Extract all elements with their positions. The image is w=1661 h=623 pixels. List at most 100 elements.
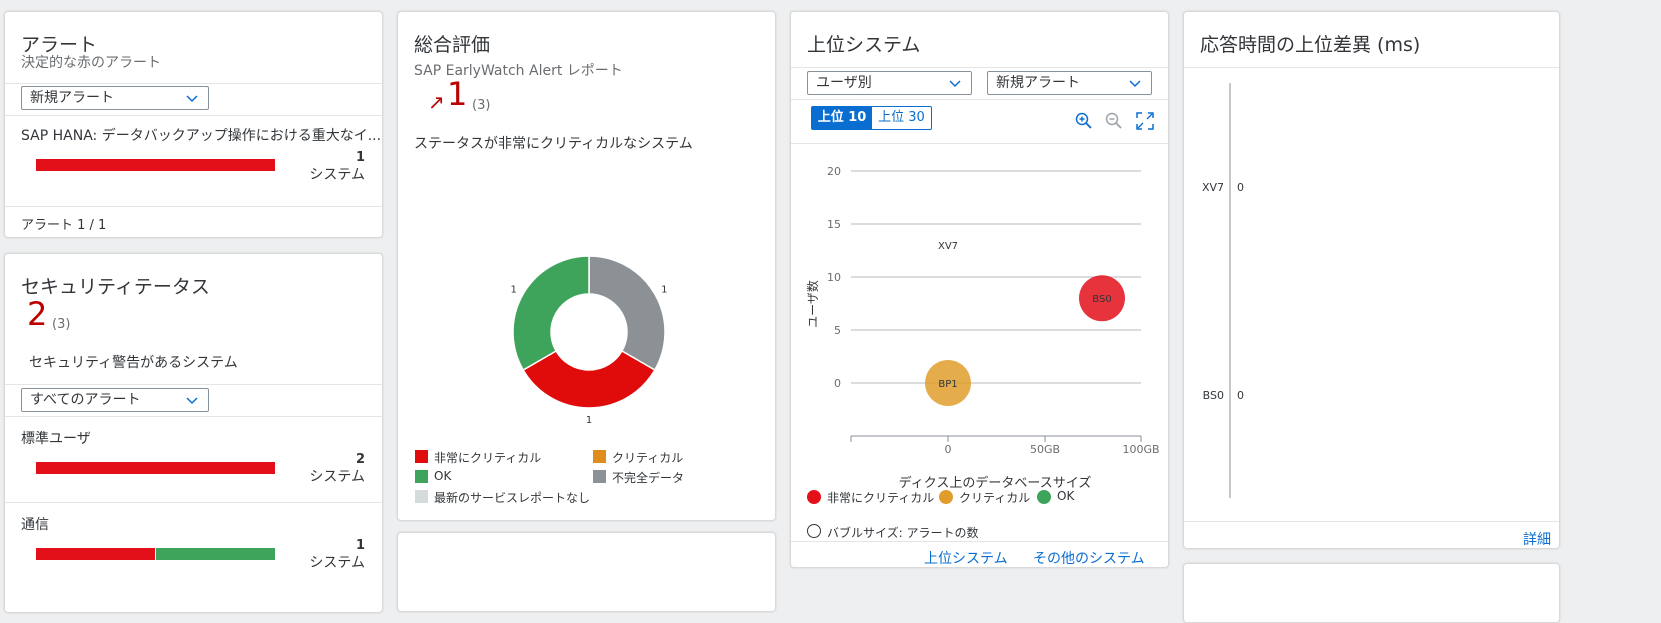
alert-item-bar <box>36 159 275 171</box>
security-item-bar-ok <box>156 548 275 560</box>
trend-up-icon: ↗ <box>428 90 445 114</box>
top-systems-filter1-select[interactable]: ユーザ別 <box>807 71 972 95</box>
chevron-down-icon <box>1129 80 1141 88</box>
other-systems-link[interactable]: その他のシステム <box>1033 548 1145 567</box>
security-item-unit: システム <box>309 469 365 485</box>
donut-slice-3[interactable] <box>588 255 666 372</box>
alerts-subtitle: 決定的な赤のアラート <box>21 55 161 71</box>
toggle-top10-button[interactable]: 上位 10 <box>812 107 872 129</box>
chevron-down-icon <box>949 80 961 88</box>
y-tick-label: 20 <box>827 165 841 178</box>
bubble-size-legend-label: バブルサイズ: アラートの数 <box>827 526 979 540</box>
top-systems-filter2-select[interactable]: 新規アラート <box>987 71 1152 95</box>
divider <box>791 99 1168 100</box>
security-filter-select[interactable]: すべてのアラート <box>21 388 209 412</box>
security-item-unit: システム <box>309 555 365 571</box>
legend-swatch-incomplete <box>593 470 606 483</box>
overall-title: 総合評価 <box>414 34 491 56</box>
legend-label-critical: クリティカル <box>612 451 684 465</box>
donut-data-label: 1 <box>510 285 516 296</box>
legend-label-very-critical: 非常にクリティカル <box>827 491 935 505</box>
alert-item-unit: システム <box>309 167 365 183</box>
legend-swatch-ok <box>415 470 428 483</box>
alert-item-label[interactable]: SAP HANA: データバックアップ操作における重大なイ... <box>21 125 381 145</box>
response-card[interactable]: 応答時間の上位差異 (ms) XV7 0 BS0 0 詳細 <box>1183 11 1560 549</box>
donut-chart[interactable]: 1 1 1 <box>494 232 684 432</box>
security-item-count: 2 <box>355 452 365 467</box>
x-tick-label: 0 <box>945 443 952 456</box>
divider <box>5 83 382 84</box>
chevron-down-icon <box>186 397 198 405</box>
alerts-filter-select[interactable]: 新規アラート <box>21 86 209 110</box>
bar-value-label: 0 <box>1237 181 1244 194</box>
alerts-filter-value: 新規アラート <box>30 90 114 106</box>
legend-dot-critical <box>939 490 953 504</box>
top-systems-link[interactable]: 上位システム <box>924 548 1008 567</box>
security-kpi-value: 2 <box>27 295 48 333</box>
security-description: セキュリティ警告があるシステム <box>29 355 238 371</box>
security-title: セキュリティテータス <box>21 276 210 298</box>
security-kpi-total: (3) <box>52 317 71 332</box>
empty-card <box>397 532 776 612</box>
fullscreen-icon[interactable] <box>1136 112 1154 130</box>
divider <box>5 206 382 207</box>
security-filter-value: すべてのアラート <box>30 392 141 408</box>
divider <box>1184 521 1559 522</box>
donut-slice-0[interactable] <box>522 349 656 409</box>
bar-value-label: 0 <box>1237 389 1244 402</box>
y-tick-label: 5 <box>834 324 841 337</box>
divider <box>5 384 382 385</box>
category-label: XV7 <box>1202 181 1224 194</box>
y-tick-label: 0 <box>834 377 841 390</box>
donut-slice-2[interactable] <box>512 255 590 372</box>
overall-kpi-total: (3) <box>472 98 491 113</box>
zoom-in-icon[interactable] <box>1075 112 1093 130</box>
divider <box>5 115 382 116</box>
bubble-chart[interactable]: 0 5 10 15 20 0 50GB 100GB ディクス上のデータベースサイズ ユーザ数 XV7… <box>791 144 1169 489</box>
overall-description: ステータスが非常にクリティカルなシステム <box>414 136 693 152</box>
zoom-out-icon[interactable] <box>1105 112 1123 130</box>
legend-dot-ok <box>1037 490 1051 504</box>
overall-kpi-value: 1 <box>447 75 468 113</box>
security-item-label[interactable]: 標準ユーザ <box>21 428 91 448</box>
legend-dot-very-critical <box>807 490 821 504</box>
security-item-label[interactable]: 通信 <box>21 514 49 534</box>
point-label: XV7 <box>938 241 958 252</box>
top-systems-title: 上位システム <box>807 34 921 56</box>
x-axis-title: ディクス上のデータベースサイズ <box>899 475 1092 489</box>
top-systems-filter1-value: ユーザ別 <box>816 75 872 91</box>
security-item-bar-critical <box>36 462 275 474</box>
response-title: 応答時間の上位差異 (ms) <box>1200 34 1421 56</box>
y-tick-label: 10 <box>827 271 841 284</box>
legend-label-incomplete: 不完全データ <box>612 471 685 485</box>
overall-subtitle: SAP EarlyWatch Alert レポート <box>414 63 623 79</box>
divider <box>5 502 382 503</box>
divider <box>5 416 382 417</box>
donut-data-label: 1 <box>661 285 667 296</box>
security-card[interactable]: セキュリティテータス 2 (3) セキュリティ警告があるシステム すべてのアラー… <box>4 253 383 613</box>
divider <box>791 67 1168 68</box>
y-axis-title: ユーザ数 <box>805 280 820 328</box>
top-n-toggle: 上位 10 上位 30 <box>811 106 932 130</box>
bubble-label: BS0 <box>1092 294 1111 305</box>
chevron-down-icon <box>186 95 198 103</box>
top-systems-filter2-value: 新規アラート <box>996 75 1080 91</box>
legend-label-ok: OK <box>434 469 452 483</box>
toggle-top30-button[interactable]: 上位 30 <box>872 107 931 129</box>
y-tick-label: 15 <box>827 218 841 231</box>
legend-label-no-report: 最新のサービスレポートなし <box>434 491 591 505</box>
bubble-label: BP1 <box>938 379 957 390</box>
response-bar-chart[interactable]: XV7 0 BS0 0 <box>1184 68 1560 518</box>
alert-item-count: 1 <box>355 150 365 165</box>
top-systems-card[interactable]: 上位システム ユーザ別 新規アラート 上位 10 上位 30 0 5 10 15 20 0… <box>790 11 1169 568</box>
alerts-card[interactable]: アラート 決定的な赤のアラート 新規アラート SAP HANA: データバックア… <box>4 11 383 238</box>
x-tick-label: 50GB <box>1030 443 1060 456</box>
divider <box>791 541 1168 542</box>
details-link[interactable]: 詳細 <box>1523 529 1551 548</box>
category-label: BS0 <box>1203 389 1224 402</box>
empty-card <box>1183 563 1560 623</box>
legend-swatch-no-report <box>415 490 428 503</box>
overall-card[interactable]: 総合評価 SAP EarlyWatch Alert レポート ↗ 1 (3) ス… <box>397 11 776 521</box>
donut-data-label: 1 <box>586 415 592 426</box>
x-tick-label: 100GB <box>1122 443 1159 456</box>
